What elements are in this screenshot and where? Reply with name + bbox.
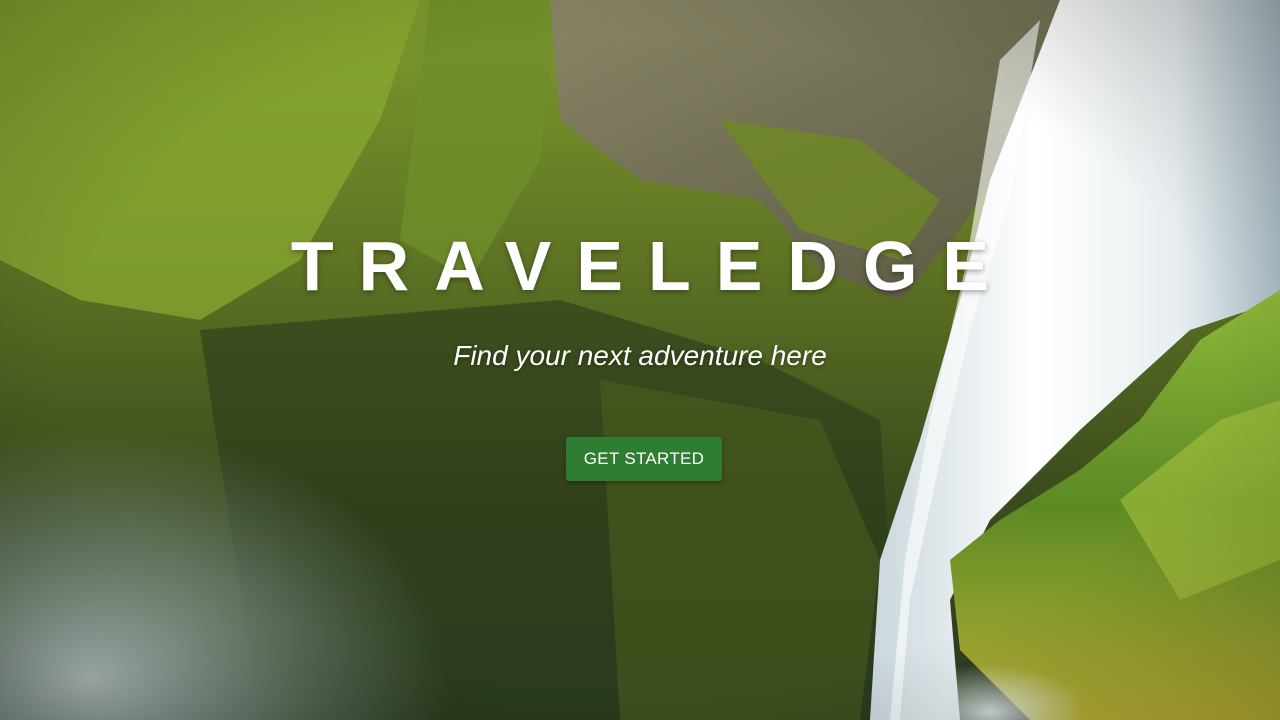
hero-tagline: Find your next adventure here xyxy=(453,340,827,371)
get-started-button[interactable]: GET STARTED xyxy=(566,437,722,481)
hero-content: TRAVELEDGE Find your next adventure here… xyxy=(0,0,1280,720)
hero-section: TRAVELEDGE Find your next adventure here… xyxy=(0,0,1280,720)
site-title: TRAVELEDGE xyxy=(290,227,1015,305)
